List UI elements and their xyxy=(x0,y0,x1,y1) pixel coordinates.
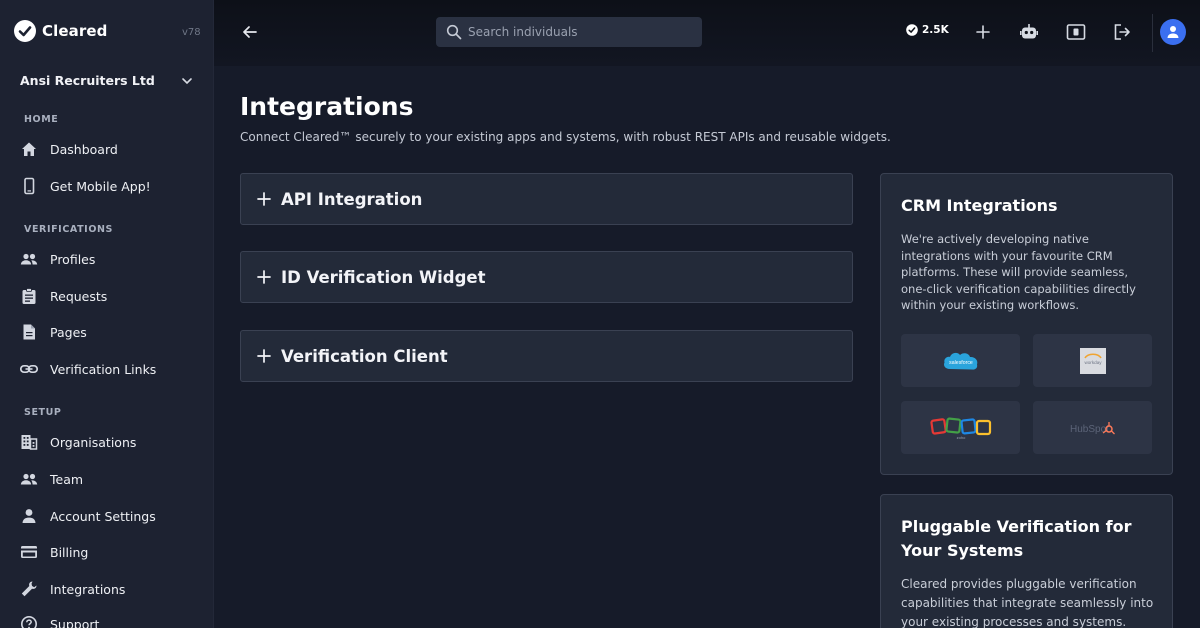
accordion-label: ID Verification Widget xyxy=(281,267,486,287)
search-icon xyxy=(446,24,462,40)
plus-icon xyxy=(257,349,271,363)
sidebar-item-profiles[interactable]: Profiles xyxy=(20,248,200,270)
sidebar-item-account-settings[interactable]: Account Settings xyxy=(20,505,200,527)
add-icon[interactable] xyxy=(972,21,994,43)
chevron-down-icon xyxy=(182,77,192,84)
sidebar-item-label: Organisations xyxy=(50,434,137,450)
workday-logo-text: workday xyxy=(1084,360,1102,365)
card-title: CRM Integrations xyxy=(901,196,1058,215)
sidebar-item-label: Get Mobile App! xyxy=(50,178,151,194)
page-subtitle: Connect Cleared™ securely to your existi… xyxy=(240,130,891,144)
organisation-switcher[interactable]: Ansi Recruiters Ltd xyxy=(20,73,194,88)
accordion-label: API Integration xyxy=(281,189,423,209)
home-icon xyxy=(20,140,38,158)
salesforce-cloud-icon: salesforce xyxy=(943,352,977,370)
card-text: We're actively developing native integra… xyxy=(901,232,1136,312)
accordion-label: Verification Client xyxy=(281,346,448,366)
sidebar-item-team[interactable]: Team xyxy=(20,468,200,490)
page-title: Integrations xyxy=(240,92,414,121)
accordion-api-integration[interactable]: API Integration xyxy=(240,173,853,225)
sidebar-item-requests[interactable]: Requests xyxy=(20,285,200,307)
person-icon xyxy=(20,507,38,525)
sidebar-item-label: Requests xyxy=(50,288,108,304)
sidebar: Cleared v78 Ansi Recruiters Ltd HOME VER… xyxy=(0,0,214,628)
zoho-mark-icon: zoho xyxy=(929,417,991,440)
topbar: 2.5K xyxy=(214,0,1200,66)
wrench-icon xyxy=(20,580,38,598)
credits-count: 2.5K xyxy=(922,24,949,36)
sidebar-item-pages[interactable]: Pages xyxy=(20,321,200,343)
workday-mark-icon: workday xyxy=(1079,347,1106,374)
sidebar-item-label: Pages xyxy=(50,324,87,340)
search-box[interactable] xyxy=(436,17,702,47)
sidebar-item-label: Dashboard xyxy=(50,141,118,157)
sidebar-item-label: Account Settings xyxy=(50,508,156,524)
plus-icon xyxy=(257,270,271,284)
cleared-logo-icon xyxy=(906,24,918,36)
accordion-id-verification-widget[interactable]: ID Verification Widget xyxy=(240,251,853,303)
people-icon xyxy=(20,470,38,488)
card-title: Pluggable Verification for Your Systems xyxy=(901,517,1132,560)
sidebar-item-label: Billing xyxy=(50,544,89,560)
phone-icon xyxy=(20,177,38,195)
sidebar-item-label: Profiles xyxy=(50,251,96,267)
workday-logo[interactable]: workday xyxy=(1033,334,1152,387)
hubspot-logo[interactable]: HubSpot xyxy=(1033,401,1152,454)
salesforce-logo-text: salesforce xyxy=(949,360,973,366)
section-label-home: HOME xyxy=(24,114,59,125)
crm-integrations-card: CRM Integrations We're actively developi… xyxy=(880,173,1173,475)
plus-icon xyxy=(257,192,271,206)
help-icon xyxy=(20,615,38,628)
people-icon xyxy=(20,250,38,268)
sidebar-item-dashboard[interactable]: Dashboard xyxy=(20,138,200,160)
brand-name: Cleared xyxy=(42,22,108,40)
back-arrow-icon[interactable] xyxy=(240,22,260,42)
sidebar-item-label: Support xyxy=(50,616,100,628)
credit-card-icon xyxy=(20,543,38,561)
sidebar-item-label: Team xyxy=(50,471,84,487)
credits-badge[interactable]: 2.5K xyxy=(906,24,949,36)
pluggable-verification-card: Pluggable Verification for Your Systems … xyxy=(880,494,1173,628)
brand[interactable]: Cleared xyxy=(14,20,107,42)
sidebar-item-label: Verification Links xyxy=(50,361,157,377)
link-icon xyxy=(20,360,38,378)
logout-icon[interactable] xyxy=(1111,21,1133,43)
zoho-logo-text: zoho xyxy=(956,435,965,440)
document-icon xyxy=(20,323,38,341)
card-text: Cleared provides pluggable verification … xyxy=(901,577,1154,628)
sidebar-item-integrations[interactable]: Integrations xyxy=(20,578,200,600)
section-label-verifications: VERIFICATIONS xyxy=(24,224,113,235)
avatar[interactable] xyxy=(1160,19,1186,45)
sidebar-item-label: Integrations xyxy=(50,581,126,597)
cleared-logo-icon xyxy=(14,20,36,42)
search-input[interactable] xyxy=(468,25,688,39)
clipboard-icon xyxy=(20,287,38,305)
section-label-setup: SETUP xyxy=(24,407,62,418)
sidebar-item-organisations[interactable]: Organisations xyxy=(20,431,200,453)
app-version: v78 xyxy=(182,27,201,38)
person-icon xyxy=(1167,26,1179,38)
sidebar-item-support[interactable]: Support xyxy=(20,613,200,628)
id-card-icon[interactable] xyxy=(1065,21,1087,43)
robot-icon[interactable] xyxy=(1018,21,1040,43)
hubspot-mark-icon: HubSpot xyxy=(1070,421,1115,435)
sidebar-item-verification-links[interactable]: Verification Links xyxy=(20,358,200,380)
organisation-name: Ansi Recruiters Ltd xyxy=(20,73,155,88)
accordion-verification-client[interactable]: Verification Client xyxy=(240,330,853,382)
building-icon xyxy=(20,433,38,451)
sidebar-item-get-mobile-app[interactable]: Get Mobile App! xyxy=(20,175,200,197)
divider xyxy=(1152,14,1153,52)
sidebar-item-billing[interactable]: Billing xyxy=(20,541,200,563)
salesforce-logo[interactable]: salesforce xyxy=(901,334,1020,387)
zoho-logo[interactable]: zoho xyxy=(901,401,1020,454)
